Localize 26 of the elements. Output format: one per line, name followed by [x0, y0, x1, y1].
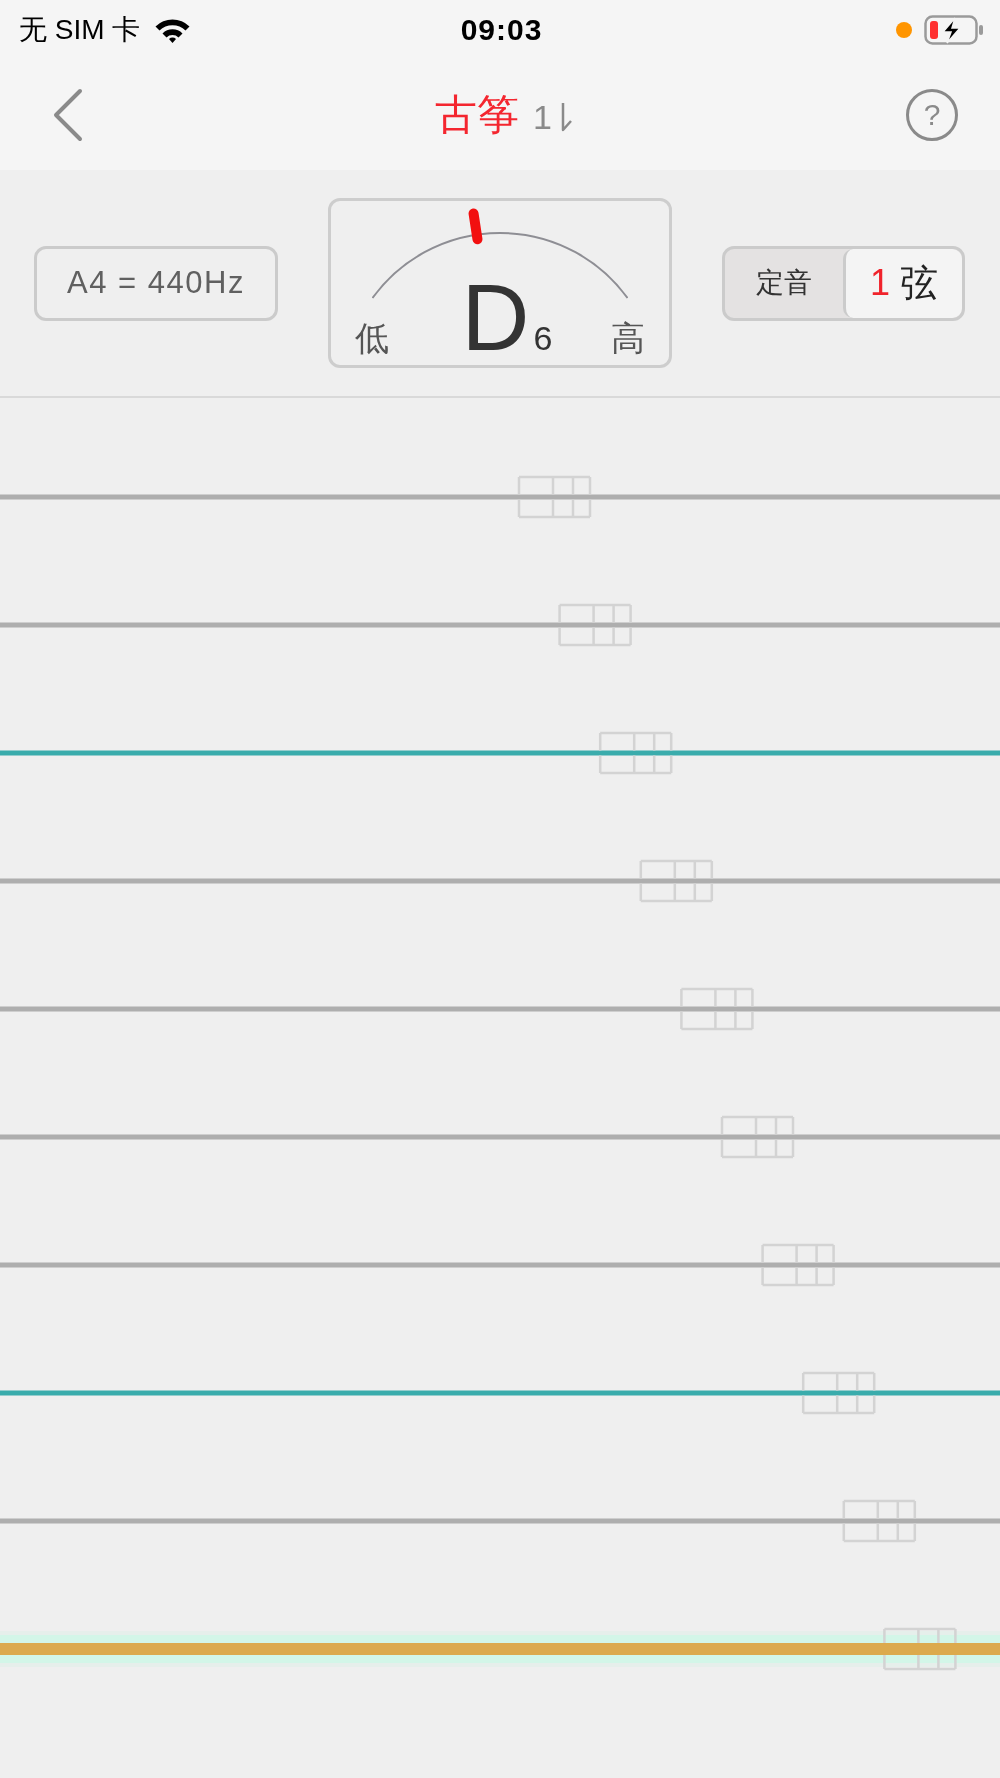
octave-number: 6: [533, 319, 553, 358]
zither-string[interactable]: [0, 622, 1000, 628]
privacy-dot-icon: [896, 22, 912, 38]
zither-string[interactable]: [0, 1262, 1000, 1268]
instrument-title[interactable]: 古筝 1: [435, 87, 574, 143]
reference-pitch-button[interactable]: A4 = 440Hz: [34, 245, 278, 321]
carrier-label: 无 SIM 卡: [19, 13, 141, 47]
zither-string[interactable]: [0, 1518, 1000, 1524]
clock-time: 09:03: [460, 13, 543, 47]
zither-string[interactable]: [0, 494, 1000, 500]
chevron-left-icon: [51, 88, 84, 142]
zither-string[interactable]: [0, 1134, 1000, 1140]
zither-string[interactable]: [0, 1631, 1000, 1667]
wifi-icon: [154, 16, 192, 44]
zither-string[interactable]: [0, 1006, 1000, 1012]
low-label: 低: [355, 318, 389, 359]
string-selector[interactable]: 1 弦: [843, 248, 962, 318]
note-name: D: [461, 271, 530, 365]
tune-mode-button[interactable]: 定音: [725, 248, 843, 318]
back-button[interactable]: [51, 88, 84, 142]
battery-charging-icon: [924, 15, 984, 45]
high-label: 高: [611, 318, 645, 359]
zither-string[interactable]: [0, 750, 1000, 756]
help-button[interactable]: ?: [906, 89, 958, 141]
zither-string[interactable]: [0, 1390, 1000, 1396]
zither-string[interactable]: [0, 878, 1000, 884]
